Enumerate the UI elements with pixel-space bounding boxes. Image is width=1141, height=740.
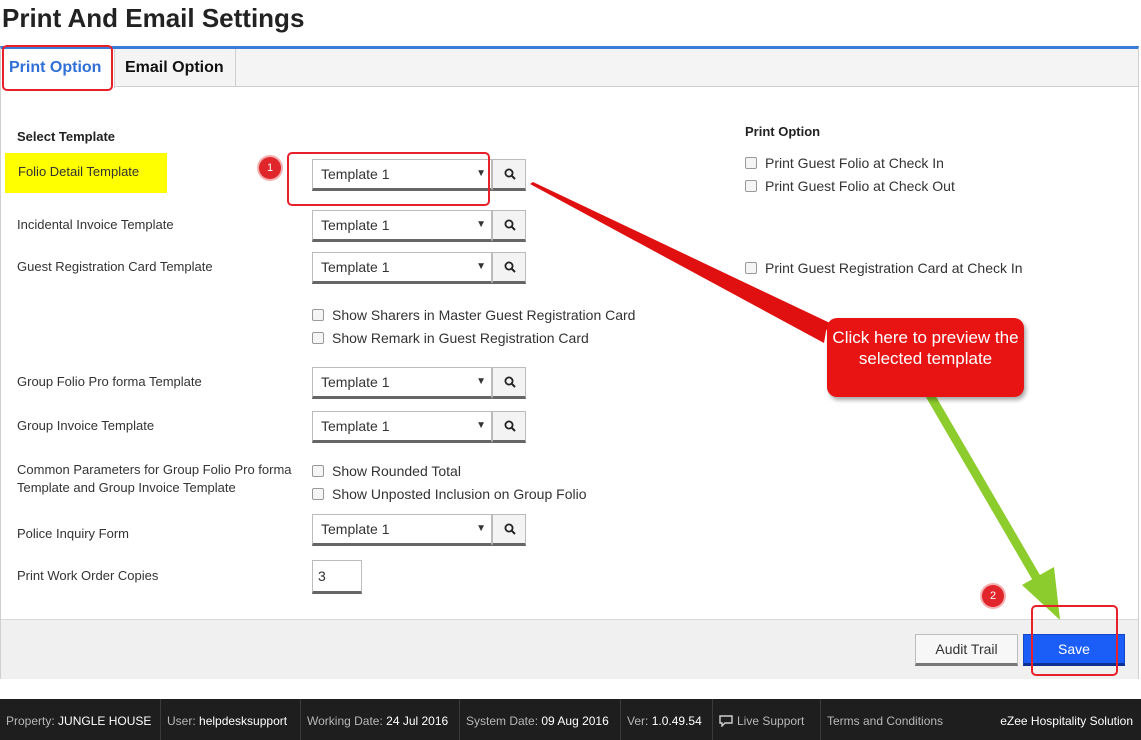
guest-registration-card-preview-button[interactable] xyxy=(492,252,526,284)
show-remark-checkbox[interactable] xyxy=(312,332,324,344)
option-label: Print Guest Registration Card at Check I… xyxy=(765,260,1023,276)
police-inquiry-form-label: Police Inquiry Form xyxy=(17,526,129,541)
search-icon xyxy=(504,261,516,273)
show-unposted-inclusion-checkbox[interactable] xyxy=(312,488,324,500)
group-folio-template-control: Template 1 ▼ xyxy=(312,367,526,399)
work-order-copies-input[interactable]: 3 xyxy=(312,560,362,594)
option-label: Print Guest Folio at Check Out xyxy=(765,178,955,194)
search-icon xyxy=(504,219,516,231)
guest-registration-card-template-control: Template 1 ▼ xyxy=(312,252,526,284)
status-bar: Property: JUNGLE HOUSE User: helpdesksup… xyxy=(0,699,1141,740)
status-label: Property: xyxy=(6,714,55,728)
work-order-copies-label: Print Work Order Copies xyxy=(17,568,159,583)
select-template-heading: Select Template xyxy=(17,129,116,144)
group-invoice-preview-button[interactable] xyxy=(492,411,526,443)
live-support-link[interactable]: Live Support xyxy=(713,699,821,740)
tab-bar: Print Option Email Option xyxy=(1,49,1138,88)
dropdown-arrow-icon: ▼ xyxy=(476,376,486,387)
annotation-badge-2: 2 xyxy=(982,585,1004,607)
print-folio-checkin-option[interactable]: Print Guest Folio at Check In xyxy=(745,154,944,172)
save-button-highlight xyxy=(1031,605,1118,676)
select-value: Template 1 xyxy=(321,217,390,233)
status-value: 09 Aug 2016 xyxy=(541,714,609,728)
print-registration-card-checkin-checkbox[interactable] xyxy=(745,262,757,274)
status-value: JUNGLE HOUSE xyxy=(58,714,152,728)
show-rounded-total-checkbox[interactable] xyxy=(312,465,324,477)
print-option-tab-highlight xyxy=(2,45,113,91)
print-option-heading: Print Option xyxy=(745,124,821,139)
police-inquiry-form-control: Template 1 ▼ xyxy=(312,514,526,546)
show-remark-option[interactable]: Show Remark in Guest Registration Card xyxy=(312,329,589,347)
screen: Print And Email Settings Print Option Em… xyxy=(0,0,1141,740)
status-label: Ver: xyxy=(627,714,649,728)
page-title: Print And Email Settings xyxy=(2,3,305,33)
audit-trail-button[interactable]: Audit Trail xyxy=(915,634,1018,666)
group-invoice-template-control: Template 1 ▼ xyxy=(312,411,526,443)
incidental-invoice-preview-button[interactable] xyxy=(492,210,526,242)
group-invoice-template-label: Group Invoice Template xyxy=(17,418,155,433)
guest-registration-card-template-select[interactable]: Template 1 ▼ xyxy=(312,252,492,284)
brand-label: eZee Hospitality Solution xyxy=(1000,714,1133,728)
status-label: Working Date: xyxy=(307,714,383,728)
dropdown-arrow-icon: ▼ xyxy=(476,420,486,431)
annotation-badge-1: 1 xyxy=(259,157,281,179)
search-icon xyxy=(504,168,516,180)
group-folio-template-label: Group Folio Pro forma Template xyxy=(17,374,202,389)
status-user: User: helpdesksupport xyxy=(161,699,301,740)
status-version: Ver: 1.0.49.54 xyxy=(621,699,713,740)
option-label: Show Rounded Total xyxy=(332,463,461,479)
group-folio-preview-button[interactable] xyxy=(492,367,526,399)
search-icon xyxy=(504,376,516,388)
show-sharers-checkbox[interactable] xyxy=(312,309,324,321)
option-label: Show Unposted Inclusion on Group Folio xyxy=(332,486,587,502)
group-invoice-template-select[interactable]: Template 1 ▼ xyxy=(312,411,492,443)
preview-callout: Click here to preview the selected templ… xyxy=(827,318,1024,397)
status-label: System Date: xyxy=(466,714,539,728)
option-label: Show Sharers in Master Guest Registratio… xyxy=(332,307,636,323)
show-rounded-total-option[interactable]: Show Rounded Total xyxy=(312,462,461,480)
live-support-label: Live Support xyxy=(737,714,805,728)
status-label: User: xyxy=(167,714,196,728)
option-label: Show Remark in Guest Registration Card xyxy=(332,330,589,346)
search-icon xyxy=(504,420,516,432)
group-folio-template-select[interactable]: Template 1 ▼ xyxy=(312,367,492,399)
print-folio-checkout-checkbox[interactable] xyxy=(745,180,757,192)
option-label: Print Guest Folio at Check In xyxy=(765,155,944,171)
select-value: Template 1 xyxy=(321,374,390,390)
status-property: Property: JUNGLE HOUSE xyxy=(0,699,161,740)
guest-registration-card-template-label: Guest Registration Card Template xyxy=(17,259,213,274)
select-value: Template 1 xyxy=(321,521,390,537)
print-folio-checkin-checkbox[interactable] xyxy=(745,157,757,169)
incidental-invoice-template-select[interactable]: Template 1 ▼ xyxy=(312,210,492,242)
incidental-invoice-template-control: Template 1 ▼ xyxy=(312,210,526,242)
status-value: 1.0.49.54 xyxy=(651,714,702,728)
police-inquiry-form-select[interactable]: Template 1 ▼ xyxy=(312,514,492,546)
police-inquiry-preview-button[interactable] xyxy=(492,514,526,546)
common-parameters-label: Common Parameters for Group Folio Pro fo… xyxy=(17,462,292,495)
show-sharers-option[interactable]: Show Sharers in Master Guest Registratio… xyxy=(312,306,635,324)
dropdown-arrow-icon: ▼ xyxy=(476,261,486,272)
print-folio-checkout-option[interactable]: Print Guest Folio at Check Out xyxy=(745,177,955,195)
chat-icon xyxy=(719,715,733,728)
status-working-date: Working Date: 24 Jul 2016 xyxy=(301,699,460,740)
dropdown-arrow-icon: ▼ xyxy=(476,219,486,230)
status-value: 24 Jul 2016 xyxy=(386,714,449,728)
status-system-date: System Date: 09 Aug 2016 xyxy=(460,699,621,740)
select-value: Template 1 xyxy=(321,418,390,434)
terms-link[interactable]: Terms and Conditions xyxy=(821,699,956,740)
folio-detail-preview-button[interactable] xyxy=(492,159,526,191)
show-unposted-inclusion-option[interactable]: Show Unposted Inclusion on Group Folio xyxy=(312,485,586,503)
folio-template-highlight xyxy=(287,152,490,206)
folio-detail-template-label: Folio Detail Template xyxy=(5,153,167,193)
status-value: helpdesksupport xyxy=(199,714,288,728)
dropdown-arrow-icon: ▼ xyxy=(476,523,486,534)
select-value: Template 1 xyxy=(321,259,390,275)
search-icon xyxy=(504,523,516,535)
print-registration-card-checkin-option[interactable]: Print Guest Registration Card at Check I… xyxy=(745,259,1023,277)
incidental-invoice-template-label: Incidental Invoice Template xyxy=(17,217,174,232)
tab-email-option[interactable]: Email Option xyxy=(115,49,236,87)
action-footer: Audit Trail Save xyxy=(1,619,1138,679)
